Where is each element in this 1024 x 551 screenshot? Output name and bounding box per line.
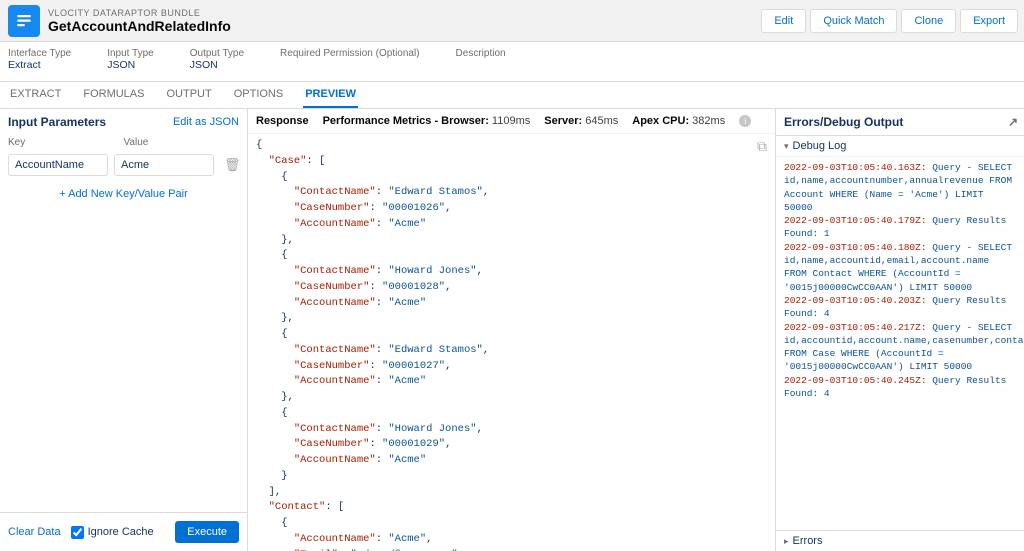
clone-button[interactable]: Clone [901,9,956,33]
response-title: Response [256,115,309,127]
bundle-icon [8,5,40,37]
input-parameters-panel: Input Parameters Edit as JSON Key Value … [0,109,248,551]
errors-title: Errors [793,535,823,547]
meta-description-label: Description [456,48,506,59]
kv-value-input[interactable] [114,154,214,176]
copy-icon[interactable]: ⧉ [757,138,767,155]
apex-value: 382ms [692,115,725,127]
ignore-cache-text: Ignore Cache [88,526,154,538]
tab-extract[interactable]: EXTRACT [8,82,63,108]
ignore-cache-checkbox[interactable] [71,526,84,539]
perf-value: 1109ms [492,115,530,127]
add-kv-row[interactable]: + Add New Key/Value Pair [0,180,247,208]
edit-button[interactable]: Edit [761,9,806,33]
errors-section[interactable]: ▸ Errors [776,530,1024,551]
delete-row-icon[interactable]: 🗑 [224,157,241,173]
debug-panel-title: Errors/Debug Output [784,115,903,129]
tabs: EXTRACT FORMULAS OUTPUT OPTIONS PREVIEW [0,82,1024,109]
tab-options[interactable]: OPTIONS [232,82,286,108]
tab-preview[interactable]: PREVIEW [303,82,358,108]
popout-icon[interactable]: ↗ [1008,115,1018,129]
tab-output[interactable]: OUTPUT [164,82,213,108]
header-title: GetAccountAndRelatedInfo [48,18,231,34]
debug-log-body[interactable]: 2022-09-03T10:05:40.163Z: Query - SELECT… [776,157,1024,530]
ignore-cache-label[interactable]: Ignore Cache [71,526,154,539]
meta-interface-type-label: Interface Type [8,48,71,59]
info-icon[interactable]: i [739,115,751,127]
export-button[interactable]: Export [960,9,1018,33]
meta-input-type-value: JSON [107,59,135,71]
server-value: 645ms [585,115,618,127]
meta-output-type-label: Output Type [190,48,244,59]
execute-button[interactable]: Execute [175,521,239,543]
header-supertitle: VLOCITY DATARAPTOR BUNDLE [48,8,231,18]
page-header: VLOCITY DATARAPTOR BUNDLE GetAccountAndR… [0,0,1024,42]
meta-input-type-label: Input Type [107,48,154,59]
response-panel: Response Performance Metrics - Browser: … [248,109,776,551]
debug-log-section[interactable]: ▾ Debug Log [776,136,1024,157]
perf-label: Performance Metrics - Browser: [323,115,489,127]
server-label: Server: [544,115,582,127]
meta-interface-type-value: Extract [8,59,41,71]
caret-right-icon: ▸ [784,536,789,547]
kv-row: 🗑 [0,150,247,180]
debug-panel: Errors/Debug Output ↗ ▾ Debug Log 2022-0… [776,109,1024,551]
meta-required-permission-label: Required Permission (Optional) [280,48,420,59]
meta-row: Interface TypeExtract Input TypeJSON Out… [0,42,1024,82]
apex-label: Apex CPU: [632,115,689,127]
kv-key-input[interactable] [8,154,108,176]
caret-down-icon: ▾ [784,141,789,152]
quick-match-button[interactable]: Quick Match [810,9,897,33]
response-json-body[interactable]: { "Case": [ { "ContactName": "Edward Sta… [248,134,775,551]
clear-data-link[interactable]: Clear Data [8,526,61,538]
debug-log-title: Debug Log [793,140,847,152]
kv-head-key: Key [8,137,124,148]
meta-output-type-value: JSON [190,59,218,71]
edit-as-json-link[interactable]: Edit as JSON [173,116,239,128]
kv-head-value: Value [124,137,240,148]
input-parameters-title: Input Parameters [8,115,106,129]
tab-formulas[interactable]: FORMULAS [81,82,146,108]
